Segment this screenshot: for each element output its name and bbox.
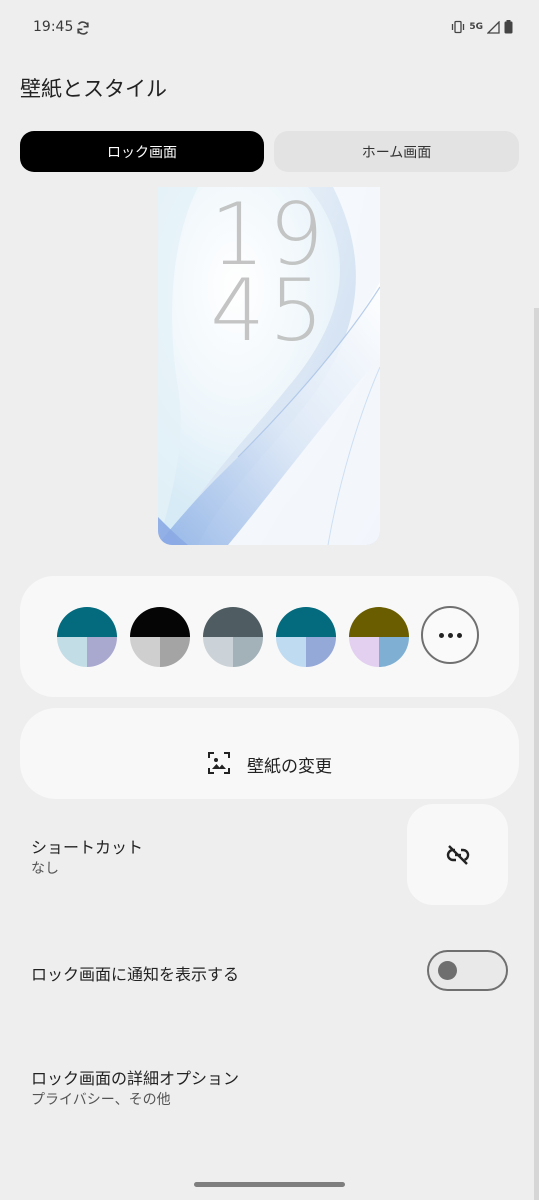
advanced-options-subtitle: プライバシー、その他 <box>31 1092 171 1108</box>
clock-minute: 45 <box>210 261 328 361</box>
color-option-5[interactable] <box>348 606 410 668</box>
tab-lock-screen[interactable]: ロック画面 <box>20 131 264 172</box>
color-option-3[interactable] <box>202 606 264 668</box>
show-notifications-label: ロック画面に通知を表示する <box>31 965 240 984</box>
link-off-icon <box>446 844 469 865</box>
battery-icon <box>504 20 513 34</box>
color-option-1[interactable] <box>56 606 118 668</box>
show-notifications-toggle[interactable] <box>427 950 508 991</box>
lock-screen-preview[interactable]: 19 45 <box>158 187 380 545</box>
sync-icon <box>75 20 91 36</box>
tab-home-screen[interactable]: ホーム画面 <box>274 131 519 172</box>
color-option-2[interactable] <box>129 606 191 668</box>
more-icon <box>438 632 444 638</box>
more-colors-button[interactable] <box>421 606 479 664</box>
vibrate-icon <box>451 20 465 34</box>
change-wallpaper-button[interactable]: 壁紙の変更 <box>20 708 519 799</box>
advanced-options-title: ロック画面の詳細オプション <box>31 1069 240 1088</box>
shortcut-subtitle: なし <box>31 861 59 877</box>
shortcut-button[interactable] <box>407 804 508 905</box>
page-title: 壁紙とスタイル <box>20 77 167 101</box>
color-option-4[interactable] <box>275 606 337 668</box>
status-time: 19:45 <box>33 19 74 35</box>
preview-clock: 19 45 <box>158 192 380 361</box>
status-bar: 19:45 5G <box>0 0 539 58</box>
network-type: 5G <box>469 22 483 32</box>
scrollbar[interactable] <box>534 308 539 1200</box>
gesture-navigation-bar[interactable] <box>194 1182 345 1187</box>
toggle-knob <box>438 961 457 980</box>
shortcut-title: ショートカット <box>31 838 144 857</box>
wallpaper-picker-icon <box>207 751 231 779</box>
screen-tabs: ロック画面 ホーム画面 <box>20 131 519 172</box>
signal-icon <box>487 20 500 34</box>
change-wallpaper-label: 壁紙の変更 <box>247 757 332 777</box>
